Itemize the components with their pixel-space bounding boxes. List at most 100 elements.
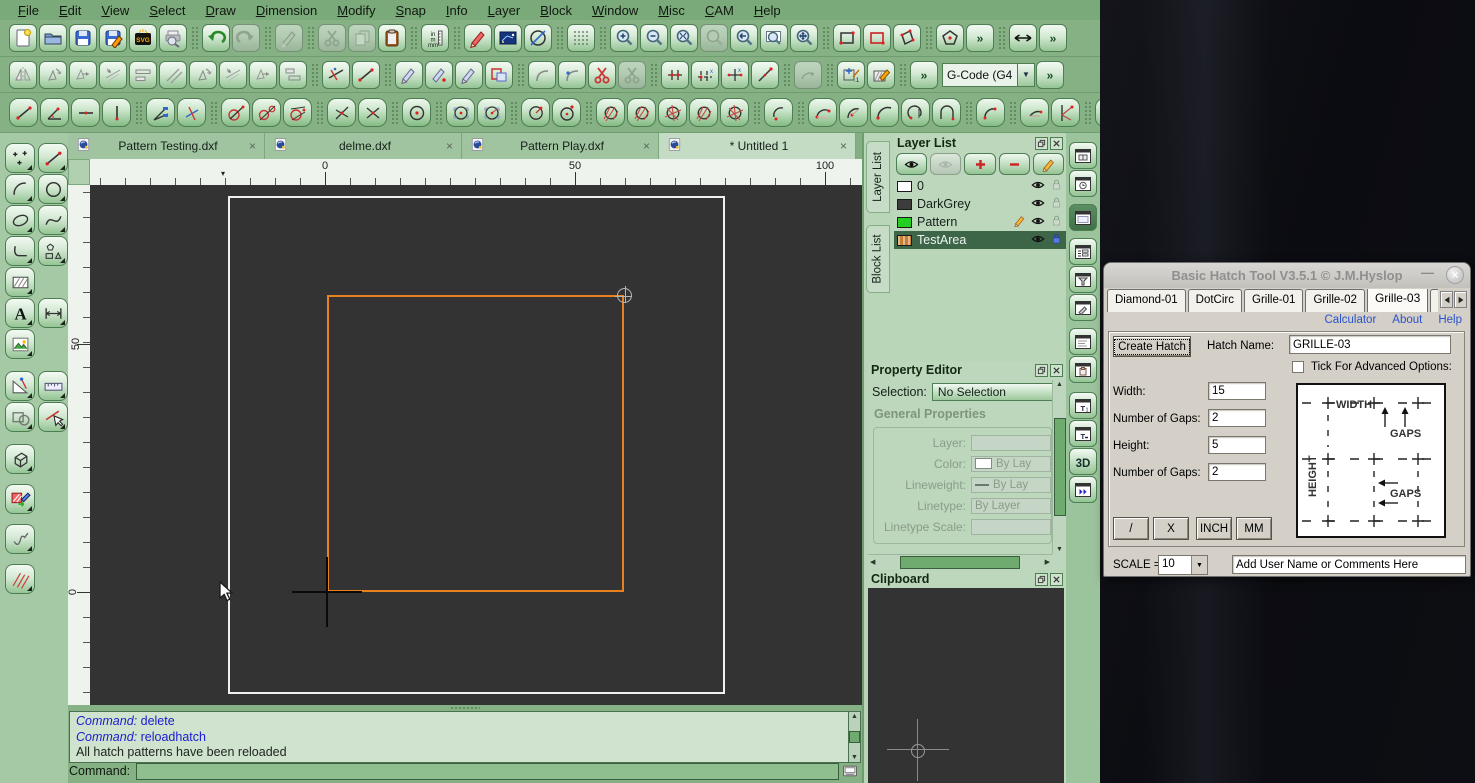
break-out-segment-button[interactable]: [425, 61, 453, 89]
command-history-scrollbar[interactable]: ▲ ▼: [848, 711, 861, 763]
layer-unlocked-icon[interactable]: [1050, 196, 1063, 212]
hatch-tab-grille-02[interactable]: Grille-02: [1305, 289, 1364, 312]
hatch-export-tool-button[interactable]: [5, 484, 35, 514]
spline-edit-tool-button[interactable]: [5, 524, 35, 554]
save-button[interactable]: [69, 24, 97, 52]
circle-tangent-5-button[interactable]: [720, 98, 749, 127]
dimension-tools-button[interactable]: [38, 298, 68, 328]
menu-view[interactable]: View: [91, 3, 139, 18]
property-value-control[interactable]: By Lay: [971, 477, 1051, 493]
drawing-unit-button[interactable]: inmmm: [421, 24, 449, 52]
scrollbar-thumb[interactable]: [849, 731, 860, 743]
clip-cut-button[interactable]: [588, 61, 616, 89]
zoom-selection-button[interactable]: [700, 24, 728, 52]
line-horizontal-tool-button[interactable]: [1009, 24, 1037, 52]
spline-tools-button[interactable]: [38, 205, 68, 235]
move-button[interactable]: [69, 61, 97, 89]
measure-tools-button[interactable]: [5, 371, 35, 401]
menu-misc[interactable]: Misc: [648, 3, 695, 18]
selected-rectangle-entity[interactable]: [327, 295, 624, 592]
layer-visible-eye-icon[interactable]: [1031, 214, 1045, 231]
line-tangent-1-button[interactable]: [221, 98, 250, 127]
property-horizontal-scrollbar[interactable]: ◀ ▶: [868, 554, 1052, 569]
image-tool-button[interactable]: [5, 329, 35, 359]
line-angle-button[interactable]: [40, 98, 69, 127]
trim-button[interactable]: [322, 61, 350, 89]
op-button-/[interactable]: /: [1113, 517, 1149, 540]
menu-file[interactable]: File: [8, 3, 49, 18]
calculator-link[interactable]: Calculator: [1325, 314, 1377, 326]
hatch-name-input[interactable]: GRILLE-03: [1289, 335, 1451, 354]
move-key-point-button[interactable]: x: [691, 61, 719, 89]
widget-viewport-button[interactable]: [1069, 204, 1097, 231]
circle-point-button[interactable]: [552, 98, 581, 127]
line-horizontal-button[interactable]: [71, 98, 100, 127]
line-tools-button[interactable]: [38, 143, 68, 173]
circle-center-radius-button[interactable]: [521, 98, 550, 127]
project-button[interactable]: [249, 61, 277, 89]
hatch-tools-button[interactable]: [5, 267, 35, 297]
hatch-tab-grille-01[interactable]: Grille-01: [1244, 289, 1303, 312]
open-file-button[interactable]: [39, 24, 67, 52]
layer-unlocked-icon[interactable]: [1050, 178, 1063, 194]
dock-drag-handle[interactable]: [450, 706, 480, 710]
modify-tools-button[interactable]: [5, 402, 35, 432]
menu-draw[interactable]: Draw: [195, 3, 245, 18]
line-orthogonal-button[interactable]: [177, 98, 206, 127]
redo-button[interactable]: [232, 24, 260, 52]
arc-tangent-line-button[interactable]: [1051, 98, 1080, 127]
ruler-tool-button[interactable]: [38, 371, 68, 401]
widget-filter-button[interactable]: [1069, 266, 1097, 293]
bend-button[interactable]: [219, 61, 247, 89]
menu-edit[interactable]: Edit: [49, 3, 91, 18]
circle-tools-button[interactable]: [38, 174, 68, 204]
float-panel-icon[interactable]: [1035, 573, 1048, 586]
add-layer-button[interactable]: [964, 153, 995, 175]
circle-tangent-2-button[interactable]: [627, 98, 656, 127]
drawing-canvas[interactable]: [90, 185, 862, 705]
undo-button[interactable]: [202, 24, 230, 52]
line-2-points-button[interactable]: [9, 98, 38, 127]
text-tool-button[interactable]: A: [5, 298, 35, 328]
arc-vertical-button[interactable]: [932, 98, 961, 127]
round-corner-button[interactable]: [528, 61, 556, 89]
solid-tools-button[interactable]: [5, 444, 35, 474]
tab-scroll-right-icon[interactable]: [1454, 291, 1467, 308]
scroll-up-icon[interactable]: ▲: [851, 713, 858, 720]
ellipse-tools-button[interactable]: [5, 205, 35, 235]
layer-visible-eye-icon[interactable]: [1031, 178, 1045, 195]
export-svg-button[interactable]: SVG: [129, 24, 157, 52]
scroll-down-icon[interactable]: ▼: [851, 754, 858, 761]
zoom-window-button[interactable]: [760, 24, 788, 52]
hatch-edit-button[interactable]: [867, 61, 895, 89]
menu-modify[interactable]: Modify: [327, 3, 385, 18]
grid-toggle-button[interactable]: [567, 24, 595, 52]
rectangle-2-corners-button[interactable]: [833, 24, 861, 52]
move-reference-button[interactable]: .1: [837, 61, 865, 89]
comment-input[interactable]: Add User Name or Comments Here: [1232, 555, 1466, 574]
widget-toolbox-2-button[interactable]: T: [1069, 420, 1097, 447]
line-tangent-3-button[interactable]: [283, 98, 312, 127]
layer-row-0[interactable]: 0: [894, 177, 1066, 195]
zoom-auto-button[interactable]: [670, 24, 698, 52]
layer-visible-eye-icon[interactable]: [1031, 196, 1045, 213]
number-of-gaps-input[interactable]: 2: [1208, 463, 1266, 481]
show-all-layers-button[interactable]: [896, 153, 927, 175]
op-button-inch[interactable]: INCH: [1196, 517, 1232, 540]
menu-window[interactable]: Window: [582, 3, 648, 18]
layer-visible-eye-icon[interactable]: [1031, 232, 1045, 249]
gcode-dropdown[interactable]: G-Code (G4▼: [942, 63, 1035, 87]
shapes-more-button[interactable]: »: [966, 24, 994, 52]
scrollbar-thumb[interactable]: [900, 556, 1020, 569]
widget-list-button[interactable]: [1069, 238, 1097, 265]
layer-locked-icon[interactable]: [1050, 232, 1063, 248]
close-tab-icon[interactable]: ×: [643, 139, 650, 153]
menu-block[interactable]: Block: [530, 3, 582, 18]
flip-button[interactable]: [129, 61, 157, 89]
menu-help[interactable]: Help: [744, 3, 791, 18]
paste-button[interactable]: [378, 24, 406, 52]
layer-row-testarea[interactable]: TestArea: [894, 231, 1066, 249]
chevron-down-icon[interactable]: ▼: [1191, 556, 1207, 574]
widget-3d-button[interactable]: 3D: [1069, 448, 1097, 475]
scale-key-point-button[interactable]: x: [721, 61, 749, 89]
